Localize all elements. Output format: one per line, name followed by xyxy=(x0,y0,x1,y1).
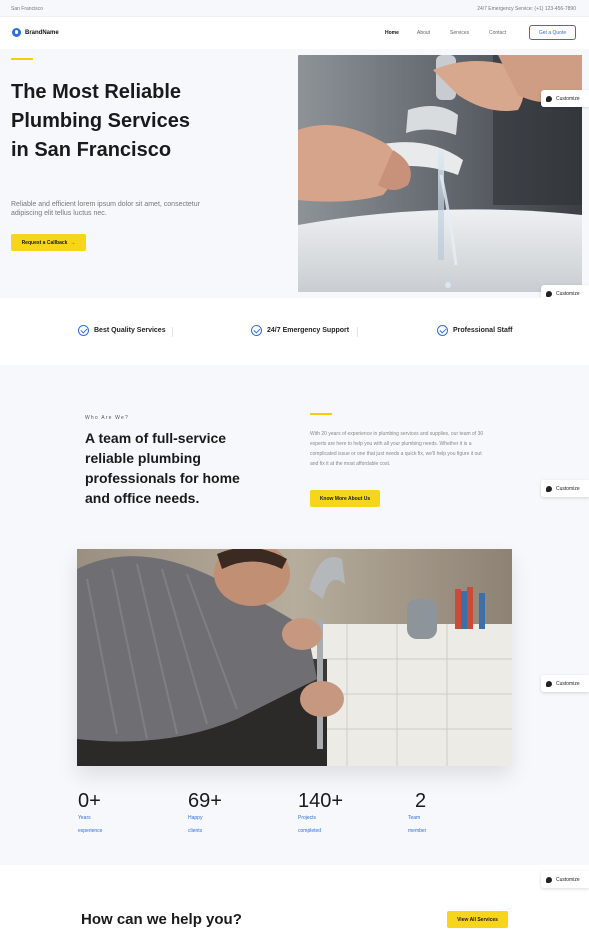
feature-item: Best Quality Services xyxy=(78,325,166,336)
feature-label: 24/7 Emergency Support xyxy=(267,327,350,334)
hero-image-faucet xyxy=(298,55,582,292)
request-callback-button[interactable]: Request a Callback → xyxy=(11,234,86,251)
stat-label-line1: Happy xyxy=(188,815,203,821)
check-circle-icon xyxy=(437,325,448,336)
stat-label-line2: member xyxy=(408,828,427,834)
customize-label: Customize xyxy=(556,95,580,102)
brand-logo[interactable]: BrandName xyxy=(12,28,59,37)
stat-label-line2: experience xyxy=(78,828,103,834)
customize-button[interactable]: Customize xyxy=(541,675,589,692)
feature-label: Best Quality Services xyxy=(94,327,166,334)
customize-label: Customize xyxy=(556,485,580,492)
hero-subtitle: Reliable and efficient lorem ipsum dolor… xyxy=(11,201,200,217)
about-eyebrow: Who Are We? xyxy=(85,415,129,421)
customize-button[interactable]: Customize xyxy=(541,90,589,107)
features-strip: Best Quality Services 24/7 Emergency Sup… xyxy=(0,298,589,365)
hero-title: The Most Reliable Plumbing Services in S… xyxy=(11,81,190,161)
request-callback-label: Request a Callback xyxy=(21,239,68,246)
location-text: San Francisco xyxy=(11,6,43,12)
customize-button[interactable]: Customize xyxy=(541,480,589,497)
stat-label-line2: clients xyxy=(188,828,203,834)
emergency-phone[interactable]: 24/7 Emergency Service: (+1) 123-456-789… xyxy=(477,6,576,12)
nav-link-about[interactable]: About xyxy=(417,30,430,36)
customize-button[interactable]: Customize xyxy=(541,871,589,888)
customize-label: Customize xyxy=(556,290,580,297)
feature-divider xyxy=(357,327,358,337)
check-circle-icon xyxy=(78,325,89,336)
nav-link-services[interactable]: Services xyxy=(450,30,469,36)
know-more-button[interactable]: Know More About Us xyxy=(310,490,380,507)
stat-label-line1: Years xyxy=(78,815,91,821)
stat-label-line2: completed xyxy=(298,828,322,834)
view-all-services-button[interactable]: View All Services xyxy=(447,911,508,928)
palette-icon xyxy=(546,290,552,297)
arrow-right-icon: → xyxy=(70,239,76,246)
about-description: With 20 years of experience in plumbing … xyxy=(310,431,484,467)
about-title: A team of full-service reliable plumbing… xyxy=(85,430,240,506)
check-circle-icon xyxy=(251,325,262,336)
stat-value: 69+ xyxy=(188,790,222,812)
palette-icon xyxy=(546,680,552,687)
customize-label: Customize xyxy=(556,876,580,883)
stat-value: 0+ xyxy=(78,790,101,812)
stat-value: 2 xyxy=(415,790,427,812)
stat-label-line1: Team xyxy=(408,815,421,821)
drop-logo-icon xyxy=(12,28,21,37)
palette-icon xyxy=(546,876,552,883)
main-navigation: BrandName Home About Services Contact Ge… xyxy=(0,17,589,49)
nav-link-contact[interactable]: Contact xyxy=(489,30,506,36)
feature-item: 24/7 Emergency Support xyxy=(251,325,349,336)
services-section xyxy=(0,865,589,942)
plumber-working-image xyxy=(77,549,512,766)
about-accent-line xyxy=(310,413,332,415)
nav-link-home[interactable]: Home xyxy=(385,30,399,36)
palette-icon xyxy=(546,485,552,492)
feature-label: Professional Staff xyxy=(453,327,513,334)
feature-divider xyxy=(172,327,173,337)
top-bar: San Francisco 24/7 Emergency Service: (+… xyxy=(0,0,589,17)
stat-value: 140+ xyxy=(298,790,344,812)
get-quote-button[interactable]: Get a Quote xyxy=(529,25,576,40)
palette-icon xyxy=(546,95,552,102)
brand-name: BrandName xyxy=(25,29,59,36)
services-title: How can we help you? xyxy=(81,911,242,928)
customize-label: Customize xyxy=(556,680,580,687)
hero-accent-line xyxy=(11,58,33,60)
stat-label-line1: Projects xyxy=(298,815,317,821)
feature-item: Professional Staff xyxy=(437,325,513,336)
